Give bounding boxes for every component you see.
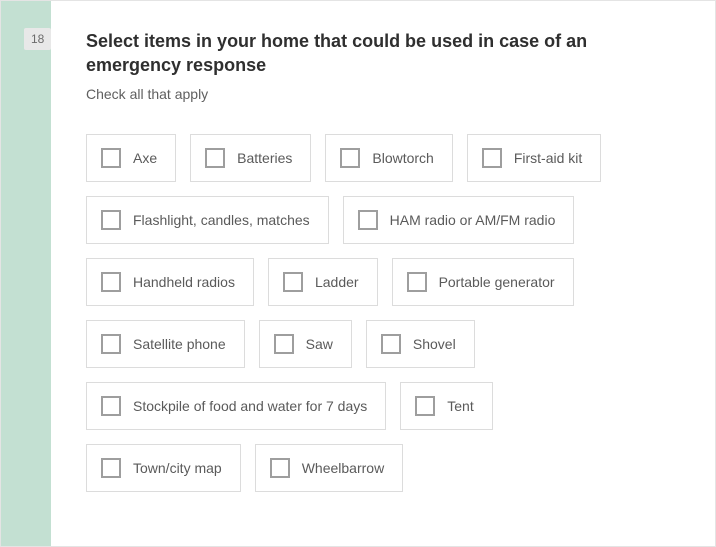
checkbox-box-icon xyxy=(283,272,303,292)
checkbox-label: Ladder xyxy=(315,274,359,290)
checkbox-option[interactable]: Ladder xyxy=(268,258,378,306)
checkbox-option[interactable]: First-aid kit xyxy=(467,134,601,182)
checkbox-option[interactable]: Stockpile of food and water for 7 days xyxy=(86,382,386,430)
checkbox-label: Batteries xyxy=(237,150,292,166)
checkbox-option[interactable]: Handheld radios xyxy=(86,258,254,306)
checkbox-option[interactable]: Flashlight, candles, matches xyxy=(86,196,329,244)
checkbox-option[interactable]: Tent xyxy=(400,382,492,430)
option-row: Satellite phone Saw Shovel xyxy=(86,320,687,368)
checkbox-box-icon xyxy=(274,334,294,354)
options-container: Axe Batteries Blowtorch First-aid kit Flashl… xyxy=(86,134,687,492)
checkbox-option[interactable]: Shovel xyxy=(366,320,475,368)
checkbox-option[interactable]: HAM radio or AM/FM radio xyxy=(343,196,575,244)
checkbox-option[interactable]: Saw xyxy=(259,320,352,368)
checkbox-option[interactable]: Batteries xyxy=(190,134,311,182)
checkbox-label: Shovel xyxy=(413,336,456,352)
checkbox-label: Portable generator xyxy=(439,274,555,290)
checkbox-option[interactable]: Satellite phone xyxy=(86,320,245,368)
option-row: Stockpile of food and water for 7 days Te… xyxy=(86,382,687,430)
question-content: Select items in your home that could be … xyxy=(86,29,687,506)
checkbox-label: Blowtorch xyxy=(372,150,433,166)
checkbox-label: Town/city map xyxy=(133,460,222,476)
checkbox-label: Axe xyxy=(133,150,157,166)
checkbox-option[interactable]: Portable generator xyxy=(392,258,574,306)
checkbox-box-icon xyxy=(101,334,121,354)
checkbox-box-icon xyxy=(358,210,378,230)
checkbox-box-icon xyxy=(407,272,427,292)
checkbox-label: HAM radio or AM/FM radio xyxy=(390,212,556,228)
checkbox-box-icon xyxy=(415,396,435,416)
checkbox-option[interactable]: Blowtorch xyxy=(325,134,452,182)
checkbox-label: First-aid kit xyxy=(514,150,582,166)
checkbox-box-icon xyxy=(101,210,121,230)
survey-question-card: 18 Select items in your home that could … xyxy=(0,0,716,547)
checkbox-box-icon xyxy=(270,458,290,478)
checkbox-label: Tent xyxy=(447,398,473,414)
checkbox-box-icon xyxy=(101,272,121,292)
checkbox-label: Flashlight, candles, matches xyxy=(133,212,310,228)
question-title: Select items in your home that could be … xyxy=(86,29,687,78)
option-row: Handheld radios Ladder Portable generator xyxy=(86,258,687,306)
checkbox-label: Stockpile of food and water for 7 days xyxy=(133,398,367,414)
checkbox-box-icon xyxy=(101,148,121,168)
checkbox-option[interactable]: Wheelbarrow xyxy=(255,444,403,492)
checkbox-box-icon xyxy=(482,148,502,168)
checkbox-box-icon xyxy=(101,458,121,478)
checkbox-label: Saw xyxy=(306,336,333,352)
checkbox-box-icon xyxy=(101,396,121,416)
option-row: Flashlight, candles, matches HAM radio or… xyxy=(86,196,687,244)
option-row: Town/city map Wheelbarrow xyxy=(86,444,687,492)
question-hint: Check all that apply xyxy=(86,86,687,102)
checkbox-box-icon xyxy=(205,148,225,168)
checkbox-label: Wheelbarrow xyxy=(302,460,384,476)
side-accent xyxy=(1,1,51,546)
checkbox-option[interactable]: Town/city map xyxy=(86,444,241,492)
checkbox-option[interactable]: Axe xyxy=(86,134,176,182)
checkbox-label: Handheld radios xyxy=(133,274,235,290)
checkbox-label: Satellite phone xyxy=(133,336,226,352)
question-number-badge: 18 xyxy=(24,28,51,50)
option-row: Axe Batteries Blowtorch First-aid kit xyxy=(86,134,687,182)
checkbox-box-icon xyxy=(381,334,401,354)
checkbox-box-icon xyxy=(340,148,360,168)
